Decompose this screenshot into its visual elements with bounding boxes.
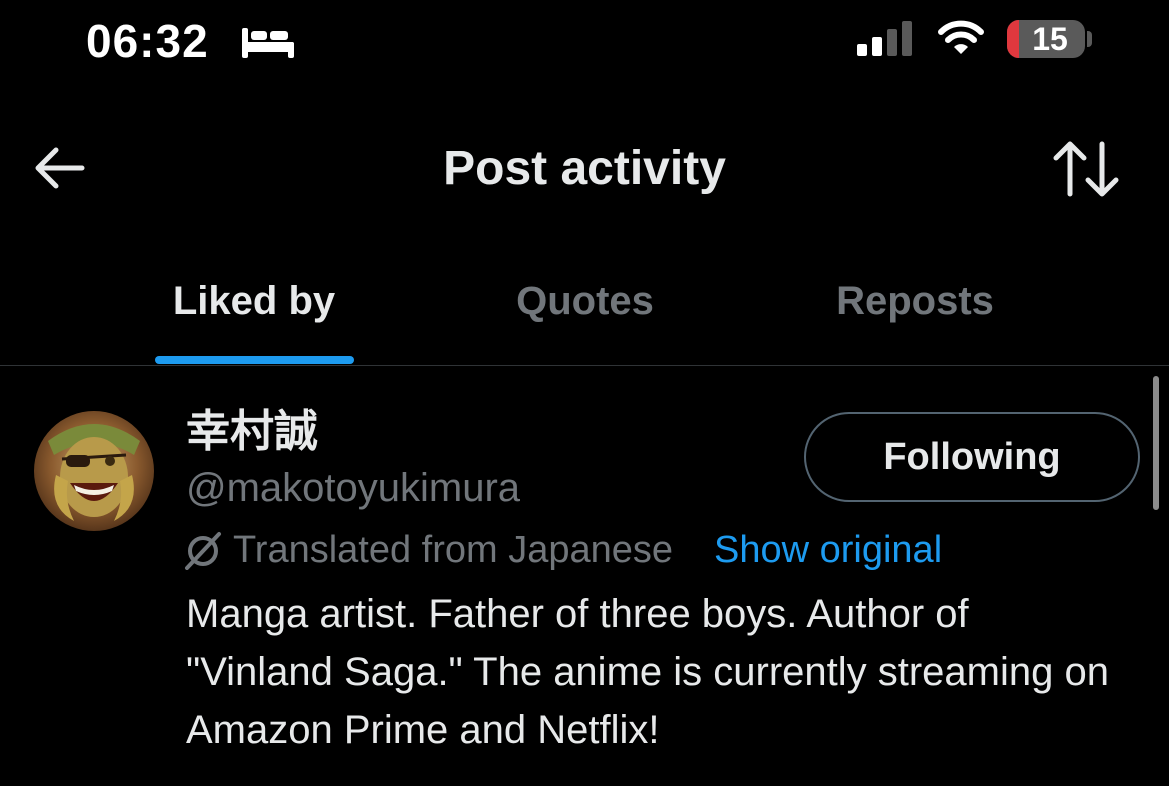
- translated-label: Translated from Japanese: [233, 529, 674, 571]
- scrollbar[interactable]: [1153, 376, 1159, 510]
- translate-icon: [185, 532, 221, 570]
- active-tab-indicator: [155, 356, 354, 364]
- tab-divider: [0, 365, 1169, 366]
- tab-quotes[interactable]: Quotes: [485, 274, 685, 328]
- user-handle[interactable]: @makotoyukimura: [186, 460, 520, 516]
- user-bio: Manga artist. Father of three boys. Auth…: [186, 592, 1109, 752]
- wifi-icon: [938, 20, 984, 54]
- battery-level: 15: [1032, 21, 1068, 57]
- page-title: Post activity: [443, 142, 726, 195]
- tab-reposts[interactable]: Reposts: [815, 274, 1015, 328]
- battery-indicator: 15: [1007, 20, 1085, 58]
- cellular-signal-icon: [857, 21, 912, 56]
- avatar[interactable]: [34, 411, 154, 531]
- battery-cap: [1087, 31, 1092, 47]
- show-original-link[interactable]: Show original: [714, 522, 942, 578]
- status-time: 06:32: [86, 15, 209, 67]
- tab-liked-by[interactable]: Liked by: [154, 274, 354, 328]
- display-name[interactable]: 幸村誠: [186, 404, 318, 460]
- sort-icon[interactable]: [1050, 138, 1122, 200]
- bed-icon: [242, 28, 294, 58]
- following-button[interactable]: Following: [804, 412, 1140, 502]
